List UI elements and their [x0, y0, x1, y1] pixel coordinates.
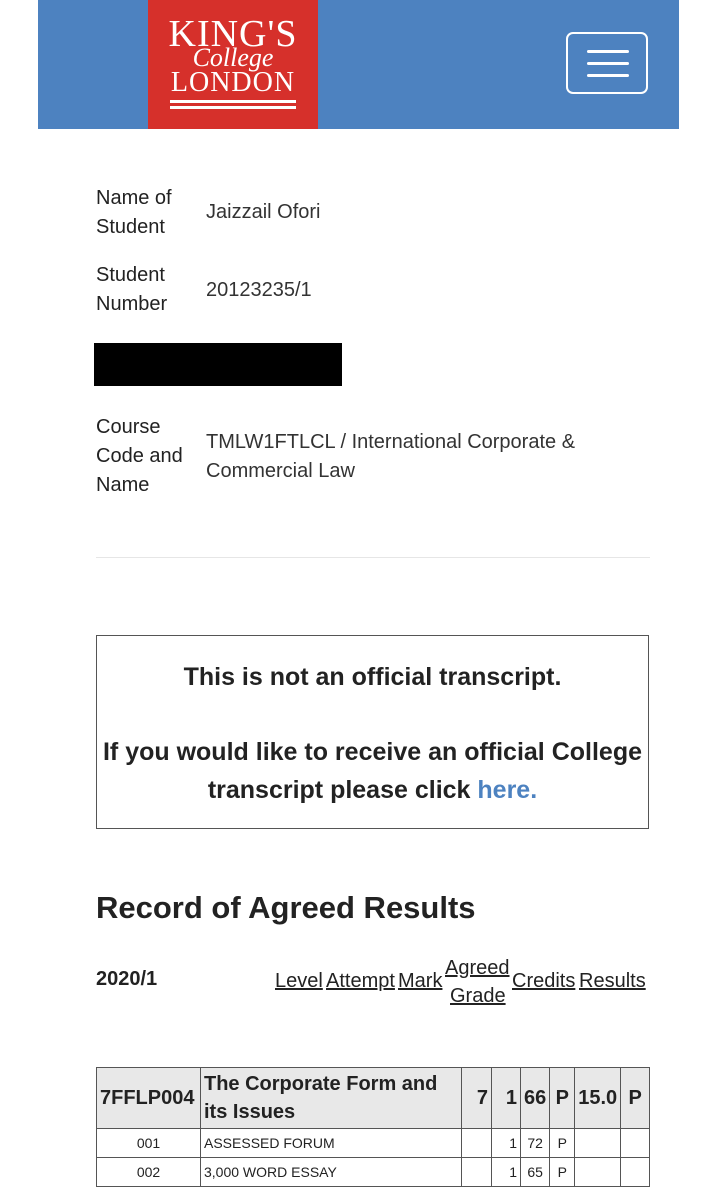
module-title: The Corporate Form and its Issues [200, 1067, 462, 1129]
logo-rule [170, 100, 296, 103]
notice-line-2: If you would like to receive an official… [97, 733, 648, 809]
transcript-notice: This is not an official transcript. If y… [96, 635, 649, 829]
divider [96, 557, 650, 558]
module-row: 7FFLP004 The Corporate Form and its Issu… [96, 1067, 651, 1129]
column-mark[interactable]: Mark [398, 967, 442, 995]
results-table: 7FFLP004 The Corporate Form and its Issu… [96, 1067, 651, 1187]
column-level[interactable]: Level [275, 967, 323, 995]
assessment-name: 3,000 WORD ESSAY [200, 1157, 462, 1187]
assessment-name: ASSESSED FORUM [200, 1128, 462, 1158]
assessment-attempt: 1 [491, 1157, 521, 1187]
assessment-code: 002 [96, 1157, 201, 1187]
assessment-grade: P [549, 1128, 576, 1158]
kings-college-london-logo[interactable]: KING'S College LONDON [148, 0, 318, 129]
site-header: KING'S College LONDON [38, 0, 679, 129]
notice-line-1: This is not an official transcript. [183, 663, 562, 691]
module-credits: 15.0 [574, 1067, 622, 1129]
empty-cell [461, 1157, 492, 1187]
course-label: Course Code and Name [96, 416, 183, 496]
module-mark: 66 [519, 1067, 551, 1129]
student-number-value: 20123235/1 [206, 279, 312, 301]
academic-year: 2020/1 [96, 968, 158, 990]
student-name-value: Jaizzail Ofori [206, 201, 321, 223]
assessment-mark: 65 [519, 1157, 551, 1187]
module-level: 7 [461, 1067, 492, 1129]
column-credits[interactable]: Credits [512, 967, 575, 995]
assessment-mark: 72 [519, 1128, 551, 1158]
column-grade[interactable]: Grade [450, 982, 506, 1010]
assessment-code: 001 [96, 1128, 201, 1158]
module-result: P [620, 1067, 651, 1129]
empty-cell [620, 1157, 651, 1187]
redaction-box [94, 343, 342, 386]
assessment-grade: P [549, 1157, 576, 1187]
hamburger-menu-icon[interactable] [566, 32, 648, 94]
page-title: Record of Agreed Results [96, 890, 476, 925]
module-code: 7FFLP004 [96, 1067, 201, 1129]
logo-rule [170, 106, 296, 109]
empty-cell [620, 1128, 651, 1158]
logo-line-3: LONDON [170, 67, 296, 98]
module-grade: P [549, 1067, 576, 1129]
results-column-headers: Level Attempt Mark Agreed Grade Credits … [275, 954, 650, 1008]
empty-cell [574, 1128, 622, 1158]
empty-cell [574, 1157, 622, 1187]
transcript-link[interactable]: here. [477, 776, 537, 804]
column-agreed[interactable]: Agreed [445, 954, 510, 982]
assessment-attempt: 1 [491, 1128, 521, 1158]
module-attempt: 1 [491, 1067, 521, 1129]
empty-cell [461, 1128, 492, 1158]
student-name-label: Name of Student [96, 187, 172, 238]
column-results[interactable]: Results [579, 967, 646, 995]
notice-text: If you would like to receive an official… [102, 738, 642, 804]
student-number-label: Student Number [96, 264, 168, 315]
course-value: TMLW1FTLCL / International Corporate & C… [206, 431, 576, 482]
table-row: 001 ASSESSED FORUM 1 72 P [96, 1128, 651, 1158]
column-attempt[interactable]: Attempt [326, 967, 395, 995]
table-row: 002 3,000 WORD ESSAY 1 65 P [96, 1157, 651, 1187]
